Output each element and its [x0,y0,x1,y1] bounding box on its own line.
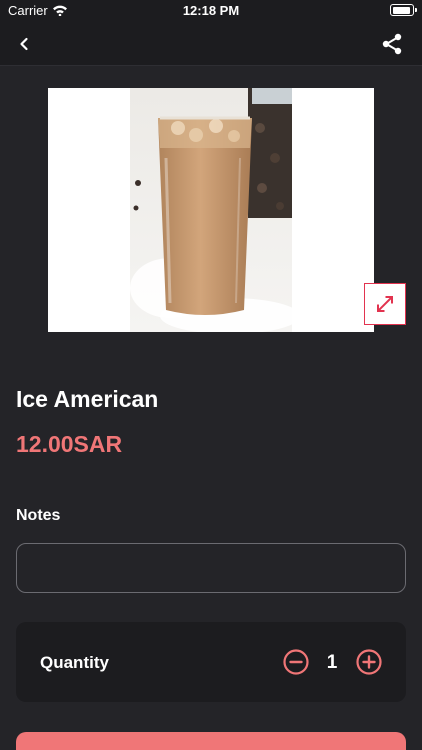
back-button[interactable] [12,32,36,56]
quantity-card: Quantity 1 [16,622,406,702]
battery-icon [390,4,417,16]
navigation-bar [0,22,422,66]
expand-icon [377,296,393,312]
quantity-value: 1 [326,652,338,673]
product-price: 12.00SAR [16,431,123,457]
increase-quantity-button[interactable] [356,649,382,675]
notes-input[interactable] [16,543,406,593]
expand-image-button[interactable] [364,283,406,325]
share-button[interactable] [380,32,404,56]
quantity-label: Quantity [40,653,109,672]
battery-level [392,6,410,14]
clock: 12:18 PM [182,3,240,18]
status-bar: Carrier 12:18 PM [0,0,422,22]
product-image-frame [48,88,374,332]
add-to-cart-button[interactable] [16,732,406,750]
decrease-quantity-button[interactable] [283,649,309,675]
product-photo [130,88,292,332]
notes-label: Notes [16,507,61,524]
product-name: Ice American [16,386,159,412]
